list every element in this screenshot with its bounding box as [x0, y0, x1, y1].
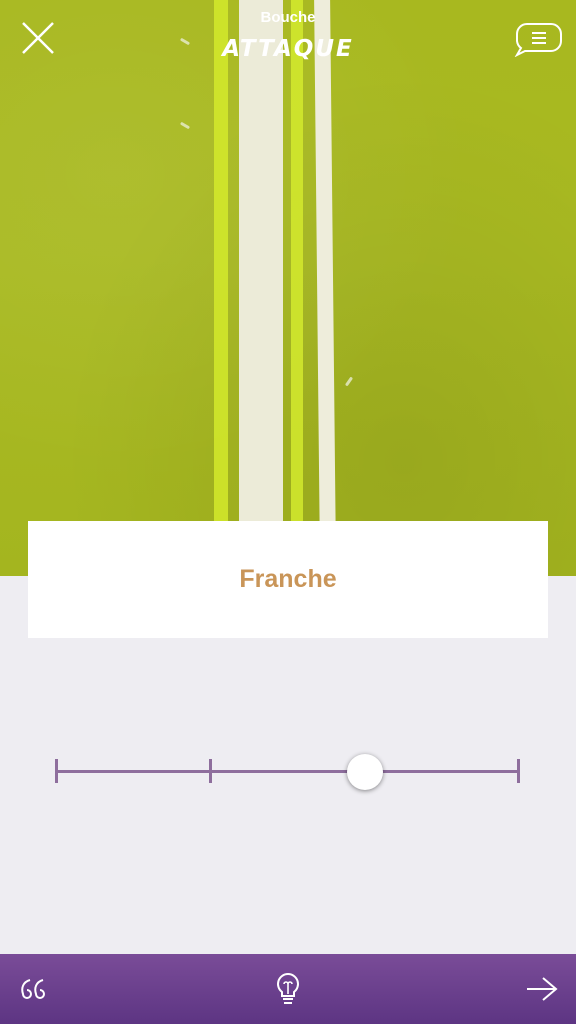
answer-card: Franche [28, 521, 548, 638]
slider-tick[interactable] [517, 759, 520, 783]
slider-tick[interactable] [55, 759, 58, 783]
slider-track[interactable] [55, 770, 519, 773]
page-title: ATTAQUE [222, 36, 354, 62]
slider-tick[interactable] [209, 759, 212, 783]
paint-speck [344, 376, 354, 387]
hint-button[interactable] [268, 964, 308, 1014]
menu-button[interactable] [512, 20, 564, 58]
lightbulb-icon [277, 972, 299, 1004]
section-label: Bouche [260, 9, 316, 26]
bottom-toolbar [0, 954, 576, 1024]
quote-icon [21, 979, 45, 999]
answer-label: Franche [239, 565, 337, 593]
next-button[interactable] [520, 964, 564, 1014]
paint-stripe [291, 0, 303, 530]
paint-stripe [214, 0, 228, 530]
intensity-slider[interactable] [55, 750, 520, 794]
paint-stripe [314, 0, 336, 531]
paint-speck [179, 121, 191, 130]
quote-button[interactable] [14, 964, 54, 1014]
slider-knob[interactable] [346, 754, 383, 790]
arrow-right-icon [527, 977, 558, 1001]
hero-image [0, 0, 576, 576]
paint-stripe [239, 0, 283, 530]
chat-menu-icon [514, 23, 562, 57]
